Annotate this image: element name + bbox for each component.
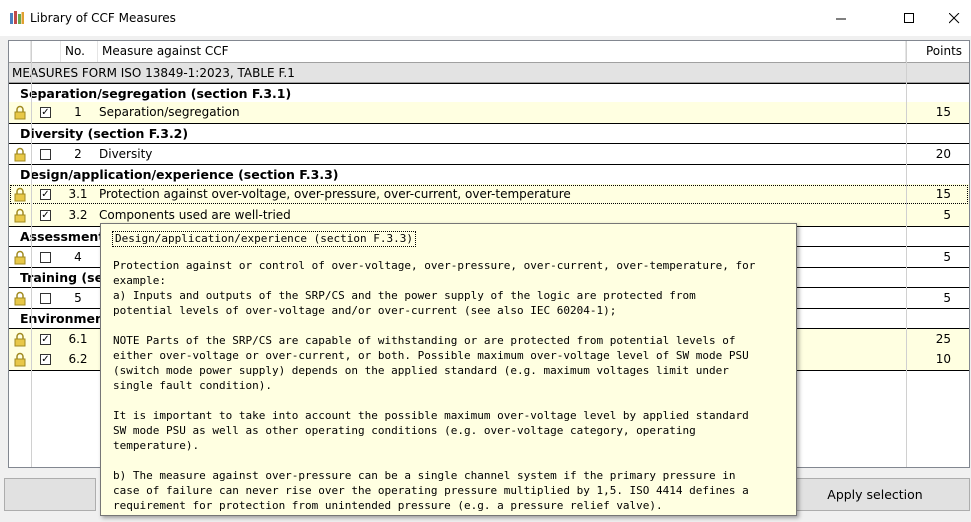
tooltip-line: requirement for protection from unintend… [113, 499, 663, 512]
measure-checkbox[interactable]: ✓ [40, 189, 51, 200]
window-title: Library of CCF Measures [30, 11, 176, 25]
lock-icon [14, 332, 26, 347]
measure-number: 1 [74, 105, 82, 119]
table-row[interactable]: ✓ 1 Separation/segregation 15 [9, 102, 969, 123]
measure-points: 10 [935, 352, 951, 366]
section-title: Training (se [20, 270, 104, 285]
lock-icon [14, 291, 26, 306]
measure-number: 3.2 [68, 208, 88, 222]
measure-number: 6.1 [68, 332, 88, 346]
section-title: Environment [20, 311, 110, 326]
section-row: Design/application/experience (section F… [9, 164, 969, 185]
column-divider [31, 41, 32, 467]
library-app-icon [10, 11, 24, 24]
measure-checkbox[interactable]: ✓ [40, 334, 51, 345]
header-no[interactable]: No. [61, 41, 98, 62]
header-lock-column[interactable] [9, 41, 31, 62]
lock-icon [14, 105, 26, 120]
measure-points: 25 [935, 332, 951, 346]
group-title: MEASURES FORM ISO 13849-1:2023, TABLE F.… [12, 66, 295, 80]
measure-checkbox[interactable] [40, 293, 51, 304]
section-title: Design/application/experience (section F… [20, 167, 339, 182]
measure-checkbox[interactable]: ✓ [40, 354, 51, 365]
tooltip-line: potential levels of over-voltage and/or … [113, 304, 617, 317]
lock-icon [14, 250, 26, 265]
measure-label: Protection against over-voltage, over-pr… [99, 187, 571, 201]
table-row[interactable]: ✓ 3.1 Protection against over-voltage, o… [9, 184, 969, 205]
measure-points: 20 [935, 147, 951, 161]
measure-number: 4 [74, 250, 82, 264]
section-title: Separation/segregation (section F.3.1) [20, 86, 292, 101]
measure-number: 2 [74, 147, 82, 161]
secondary-button[interactable] [4, 478, 96, 511]
tooltip-line: example: [113, 274, 166, 287]
measure-label: Components used are well-tried [99, 208, 291, 222]
section-title: Assessment/ [20, 229, 109, 244]
section-title: Diversity (section F.3.2) [20, 126, 189, 141]
measure-label: Diversity [99, 147, 153, 161]
tooltip-line: b) The measure against over-pressure can… [113, 469, 736, 482]
minimize-icon [835, 18, 846, 19]
apply-selection-label: Apply selection [827, 487, 923, 502]
measure-number: 3.1 [68, 187, 88, 201]
close-icon [948, 12, 959, 23]
measure-number: 6.2 [68, 352, 88, 366]
measure-checkbox[interactable] [40, 252, 51, 263]
table-row[interactable]: 2 Diversity 20 [9, 143, 969, 164]
tooltip-line: Protection against or control of over-vo… [113, 259, 756, 272]
lock-icon [14, 147, 26, 162]
header-measure[interactable]: Measure against CCF [98, 41, 906, 62]
tooltip-line: temperature). [113, 439, 200, 452]
measure-points: 5 [943, 291, 951, 305]
tooltip-line: case of failure can never rise over the … [113, 484, 749, 497]
tooltip-line: a) Inputs and outputs of the SRP/CS and … [113, 289, 696, 302]
group-row: MEASURES FORM ISO 13849-1:2023, TABLE F.… [9, 62, 969, 83]
lock-icon [14, 352, 26, 367]
close-button[interactable] [931, 4, 971, 32]
lock-icon [14, 187, 26, 202]
tooltip-title: Design/application/experience (section F… [112, 231, 417, 247]
tooltip-line: SW mode PSU as well as other operating c… [113, 424, 696, 437]
tooltip-line: It is important to take into account the… [113, 409, 749, 422]
minimize-button[interactable] [818, 4, 864, 32]
section-row: Diversity (section F.3.2) [9, 123, 969, 144]
measure-points: 5 [943, 208, 951, 222]
measure-checkbox[interactable]: ✓ [40, 107, 51, 118]
description-tooltip: Design/application/experience (section F… [100, 223, 797, 516]
header-check-column[interactable] [31, 41, 61, 62]
maximize-icon [903, 12, 914, 23]
lock-icon [14, 208, 26, 223]
measure-checkbox[interactable] [40, 149, 51, 160]
measure-points: 15 [935, 105, 951, 119]
list-header: No. Measure against CCF Points [9, 41, 969, 63]
tooltip-line: either over-voltage or over-current, or … [113, 349, 749, 362]
tooltip-line: (switch mode power supply) depends on th… [113, 364, 729, 377]
apply-selection-button[interactable]: Apply selection [780, 478, 970, 511]
measure-points: 15 [935, 187, 951, 201]
measure-points: 5 [943, 250, 951, 264]
tooltip-line: NOTE Parts of the SRP/CS are capable of … [113, 334, 736, 347]
header-points[interactable]: Points [906, 41, 969, 62]
measure-checkbox[interactable]: ✓ [40, 210, 51, 221]
column-divider [906, 41, 907, 467]
measure-number: 5 [74, 291, 82, 305]
maximize-button[interactable] [886, 4, 932, 32]
measure-label: Separation/segregation [99, 105, 240, 119]
title-bar: Library of CCF Measures [0, 0, 971, 36]
tooltip-line: single fault condition). [113, 379, 272, 392]
section-row: Separation/segregation (section F.3.1) [9, 83, 969, 104]
